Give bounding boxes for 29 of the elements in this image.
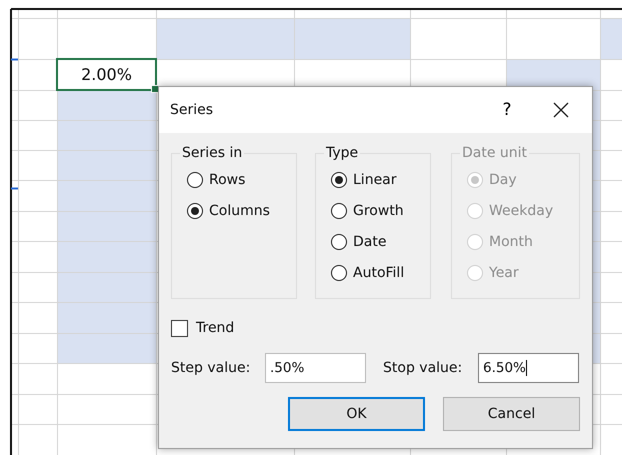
checkbox[interactable] bbox=[171, 320, 188, 336]
cancel-button[interactable]: Cancel bbox=[443, 397, 580, 431]
active-cell[interactable]: 2.00% bbox=[56, 58, 157, 91]
field-label: Step value: bbox=[171, 360, 252, 376]
field-label: Stop value: bbox=[383, 360, 464, 376]
radio-button[interactable] bbox=[331, 172, 347, 188]
radio-button[interactable] bbox=[331, 264, 347, 280]
radio-option: Day bbox=[467, 168, 579, 191]
dialog-title: Series bbox=[170, 102, 214, 118]
radio-button[interactable] bbox=[331, 234, 347, 250]
radio-button[interactable] bbox=[187, 172, 203, 188]
radio-option[interactable]: Growth bbox=[331, 199, 430, 222]
input-field[interactable]: 6.50% bbox=[478, 353, 579, 383]
radio-option: Month bbox=[467, 230, 579, 253]
radio-button[interactable] bbox=[331, 202, 347, 218]
help-button[interactable]: ? bbox=[484, 90, 530, 130]
radio-option: Year bbox=[467, 261, 579, 284]
trend-checkbox-option[interactable]: Trend bbox=[171, 317, 580, 339]
radio-option[interactable]: AutoFill bbox=[331, 261, 430, 284]
radio-option[interactable]: Rows bbox=[187, 168, 296, 191]
input-field[interactable]: .50% bbox=[265, 353, 366, 383]
radio-option[interactable]: Linear bbox=[331, 168, 430, 191]
ok-button[interactable]: OK bbox=[288, 397, 425, 431]
close-icon bbox=[553, 102, 569, 118]
group-title: Type bbox=[324, 145, 360, 161]
radio-option[interactable]: Date bbox=[331, 230, 430, 253]
radio-button[interactable] bbox=[187, 202, 203, 218]
radio-option[interactable]: Columns bbox=[187, 199, 296, 222]
radio-option: Weekday bbox=[467, 199, 579, 222]
